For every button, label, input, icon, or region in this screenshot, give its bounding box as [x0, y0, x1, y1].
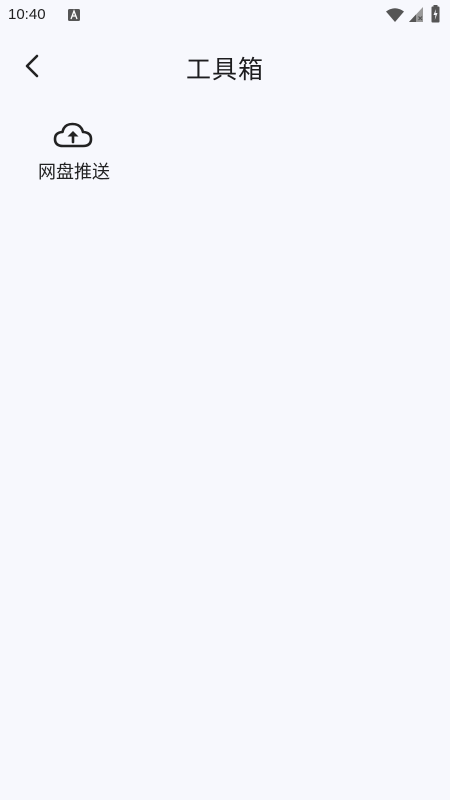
notification-a-icon — [68, 9, 80, 21]
status-time: 10:40 — [8, 6, 46, 23]
wifi-icon — [386, 8, 404, 22]
status-bar: 10:40 — [0, 0, 450, 32]
signal-icon — [409, 7, 423, 22]
app-bar: 工具箱 — [0, 38, 450, 94]
cloud-upload-icon — [53, 122, 93, 148]
tool-item-netdisk-push[interactable]: 网盘推送 — [22, 118, 126, 188]
tool-label: 网盘推送 — [38, 162, 110, 183]
battery-icon — [431, 5, 440, 23]
page-title: 工具箱 — [185, 55, 264, 84]
